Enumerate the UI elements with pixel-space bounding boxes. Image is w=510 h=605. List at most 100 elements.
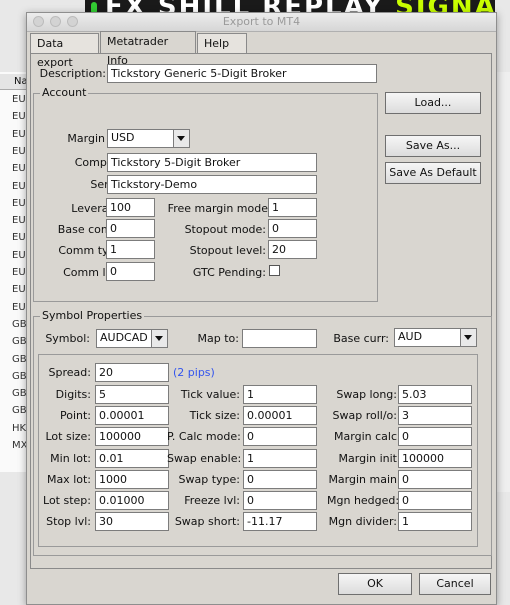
spread-pips-note: (2 pips) — [173, 366, 215, 379]
symbol-col2-label: P. Calc mode: — [167, 430, 241, 444]
symbol-col1-field[interactable]: 100000 — [95, 427, 169, 447]
chevron-down-icon — [173, 130, 189, 147]
map-to-field[interactable] — [242, 329, 317, 348]
account-group-title: Account — [40, 86, 89, 99]
title-bar: Export to MT4 — [27, 13, 496, 32]
background-list-row: EU — [12, 145, 26, 157]
background-list-row: EU — [12, 267, 26, 278]
margin-ccy-select[interactable]: USD — [107, 129, 190, 148]
symbol-label: Symbol: — [45, 332, 90, 345]
server-field[interactable]: Tickstory-Demo — [107, 175, 317, 194]
base-curr-label: Base curr: — [333, 332, 389, 345]
symbol-col2-field[interactable]: 1 — [243, 448, 317, 468]
background-list-row: EU — [12, 128, 26, 140]
symbol-col2-label: Freeze lvl: — [184, 494, 240, 507]
background-list-row: EU — [12, 249, 26, 261]
symbol-col3-field[interactable]: 1 — [398, 512, 472, 532]
symbol-col1-label: Lot size: — [45, 430, 91, 444]
margin-ccy-value: USD — [111, 131, 135, 144]
symbol-col1-field[interactable]: 30 — [95, 512, 169, 532]
symbol-col1-label: Point: — [59, 409, 91, 423]
symbol-col2-label: Swap short: — [174, 515, 240, 529]
symbol-col3-label: Swap long: — [336, 388, 397, 401]
symbol-col1-field[interactable]: 0.01000 — [95, 491, 169, 510]
symbol-col2-label: Tick value: — [180, 388, 240, 401]
symbol-col2-field[interactable]: 0 — [243, 469, 317, 489]
symbol-col2-field[interactable]: -11.17 — [243, 512, 317, 532]
free-margin-mode-field[interactable]: 1 — [268, 198, 317, 217]
symbol-col3-field[interactable]: 0 — [398, 491, 472, 510]
symbol-col1-field[interactable]: 0.01 — [95, 448, 169, 468]
background-list-row: GB — [12, 388, 27, 400]
save-as-button[interactable]: Save As... — [385, 135, 481, 157]
symbol-col1-field[interactable]: 0.00001 — [95, 406, 169, 426]
leverage-field[interactable]: 100 — [106, 198, 155, 217]
symbol-col1-label: Max lot: — [46, 472, 91, 486]
gtc-pending-label: GTC Pending: — [192, 266, 266, 279]
base-comm-field[interactable]: 0 — [106, 219, 155, 238]
symbol-col3-label: Margin main — [328, 472, 397, 486]
background-list-row: EU — [12, 284, 26, 296]
background-list-row: EU — [12, 197, 26, 209]
symbol-col2-field[interactable]: 0 — [243, 491, 317, 510]
background-list-row: GB — [12, 318, 27, 330]
background-list-row: GB — [12, 405, 27, 417]
comm-lots-field[interactable]: 0 — [106, 262, 155, 281]
symbol-col3-label: Mgn hedged: — [327, 494, 400, 507]
symbol-col2-field[interactable]: 0.00001 — [243, 406, 317, 426]
symbol-col1-label: Min lot: — [50, 451, 91, 465]
symbol-properties-title: Symbol Properties — [40, 309, 145, 322]
cancel-button[interactable]: Cancel — [419, 573, 491, 595]
symbol-col1-label: Digits: — [55, 388, 91, 401]
tab-data-export[interactable]: Data export — [30, 33, 99, 69]
stopout-mode-label: Stopout mode: — [184, 223, 266, 236]
tab-metatrader-info[interactable]: Metatrader Info — [100, 31, 196, 67]
symbol-col3-label: Swap roll/o: — [332, 409, 397, 423]
chevron-down-icon — [460, 329, 476, 346]
background-list-row: EU — [12, 163, 26, 175]
symbol-col3-field[interactable]: 0 — [398, 469, 472, 489]
stopout-level-field[interactable]: 20 — [268, 240, 317, 259]
tab-help[interactable]: Help — [197, 33, 247, 53]
symbol-col2-label: Swap enable: — [167, 451, 242, 465]
background-list-row: EU — [12, 215, 26, 227]
background-list-row: EU — [12, 180, 26, 192]
symbol-col1-label: Stop lvl: — [46, 515, 91, 529]
free-margin-mode-label: Free margin mode — [167, 202, 268, 215]
symbol-col3-field[interactable]: 100000 — [398, 448, 472, 468]
symbol-col3-field[interactable]: 3 — [398, 406, 472, 426]
spread-field[interactable]: 20 — [95, 363, 169, 382]
background-list-row: EU — [12, 94, 26, 105]
background-list-row: HK — [12, 422, 27, 434]
company-field[interactable]: Tickstory 5-Digit Broker — [107, 153, 317, 172]
chevron-down-icon — [151, 330, 167, 347]
spread-label: Spread: — [48, 366, 91, 379]
symbol-col3-field[interactable]: 5.03 — [398, 385, 472, 404]
symbol-col1-field[interactable]: 1000 — [95, 469, 169, 489]
ok-button[interactable]: OK — [338, 573, 412, 595]
export-dialog: Export to MT4 Data export Metatrader Inf… — [26, 12, 497, 605]
symbol-col2-field[interactable]: 0 — [243, 427, 317, 447]
symbol-col3-field[interactable]: 0 — [398, 427, 472, 447]
symbol-col3-label: Margin calc — [334, 430, 397, 444]
symbol-col1-field[interactable]: 5 — [95, 385, 169, 404]
symbol-col2-field[interactable]: 1 — [243, 385, 317, 404]
map-to-label: Map to: — [197, 332, 239, 345]
load-button[interactable]: Load... — [385, 92, 481, 114]
background-list-row: EU — [12, 301, 26, 313]
stopout-mode-field[interactable]: 0 — [268, 219, 317, 238]
base-curr-select[interactable]: AUD — [394, 328, 477, 347]
symbol-col3-label: Mgn divider: — [328, 515, 397, 529]
comm-type-field[interactable]: 1 — [106, 240, 155, 259]
gtc-pending-checkbox[interactable] — [269, 265, 280, 276]
background-list-row: EU — [12, 111, 26, 123]
description-field[interactable]: Tickstory Generic 5-Digit Broker — [107, 64, 377, 83]
stopout-level-label: Stopout level: — [189, 244, 266, 257]
symbol-col3-label: Margin init — [338, 451, 397, 465]
background-list-row: GB — [12, 353, 27, 365]
description-label: Description: — [39, 67, 106, 80]
symbol-select[interactable]: AUDCAD — [96, 329, 168, 348]
symbol-col2-label: Swap type: — [178, 472, 240, 486]
symbol-col1-label: Lot step: — [43, 494, 91, 507]
save-as-default-button[interactable]: Save As Default — [385, 162, 481, 184]
